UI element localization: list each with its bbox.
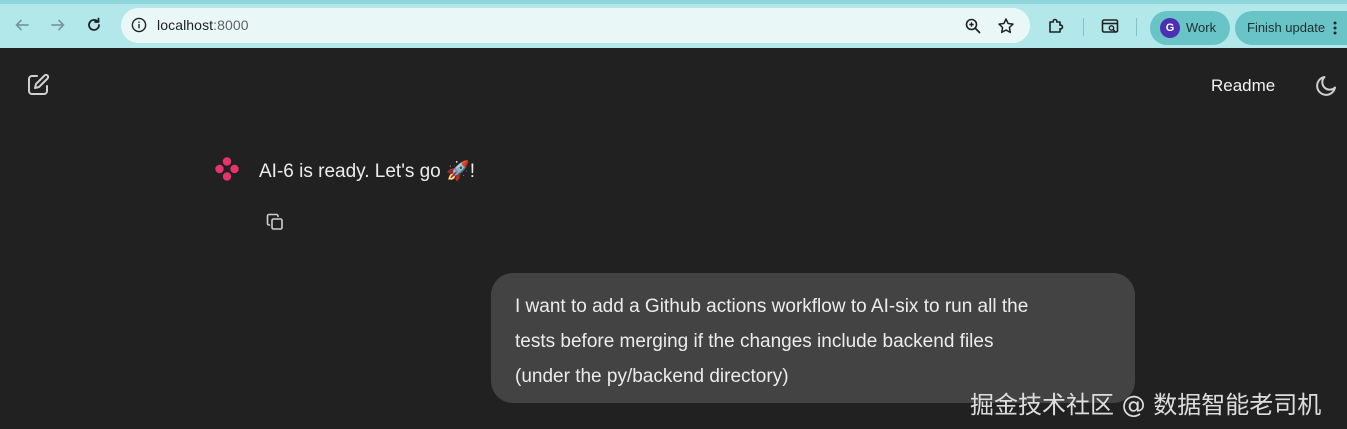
profile-label: Work xyxy=(1186,20,1217,35)
zoom-button[interactable] xyxy=(963,16,983,36)
theme-toggle-button[interactable] xyxy=(1312,72,1340,100)
reload-icon xyxy=(88,17,100,31)
address-bar[interactable]: localhost:8000 xyxy=(121,8,1030,43)
finish-update-button[interactable]: Finish update xyxy=(1235,11,1347,45)
user-message: I want to add a Github actions workflow … xyxy=(515,296,1029,387)
url-port: :8000 xyxy=(213,17,249,33)
site-info-icon xyxy=(131,17,147,33)
watermark: 掘金技术社区 @ 数据智能老司机 xyxy=(970,391,1322,419)
back-icon xyxy=(15,19,29,31)
search-tabs-button[interactable] xyxy=(1098,14,1122,38)
readme-link[interactable]: Readme xyxy=(1211,76,1275,96)
toolbar-separator xyxy=(1083,18,1084,36)
search-tabs-icon xyxy=(1101,19,1119,33)
profile-button[interactable]: G Work xyxy=(1150,11,1230,45)
bookmark-star-icon xyxy=(998,18,1014,34)
extensions-icon xyxy=(1049,18,1064,33)
browser-toolbar: localhost:8000 G Work Finish update xyxy=(0,0,1347,48)
more-icon xyxy=(1333,21,1337,35)
finish-update-label: Finish update xyxy=(1247,20,1326,35)
forward-icon xyxy=(51,19,65,31)
bookmark-button[interactable] xyxy=(996,16,1016,36)
back-button[interactable] xyxy=(10,13,34,37)
copy-icon xyxy=(266,213,283,230)
zoom-icon xyxy=(965,18,981,34)
forward-button[interactable] xyxy=(46,13,70,37)
url-text: localhost:8000 xyxy=(157,17,249,33)
reload-button[interactable] xyxy=(82,13,106,37)
extensions-button[interactable] xyxy=(1044,14,1068,38)
site-info-button[interactable] xyxy=(129,15,149,35)
user-message-bubble: I want to add a Github actions workflow … xyxy=(491,273,1135,403)
bot-message: AI-6 is ready. Let's go 🚀! xyxy=(259,161,475,182)
moon-icon xyxy=(1316,76,1336,96)
avatar: G xyxy=(1160,18,1180,38)
edit-icon xyxy=(28,73,50,95)
copy-button[interactable] xyxy=(263,210,287,234)
ai-logo-icon xyxy=(215,157,239,181)
toolbar-separator xyxy=(1136,18,1137,36)
url-host: localhost xyxy=(157,17,214,33)
new-chat-button[interactable] xyxy=(24,71,52,99)
